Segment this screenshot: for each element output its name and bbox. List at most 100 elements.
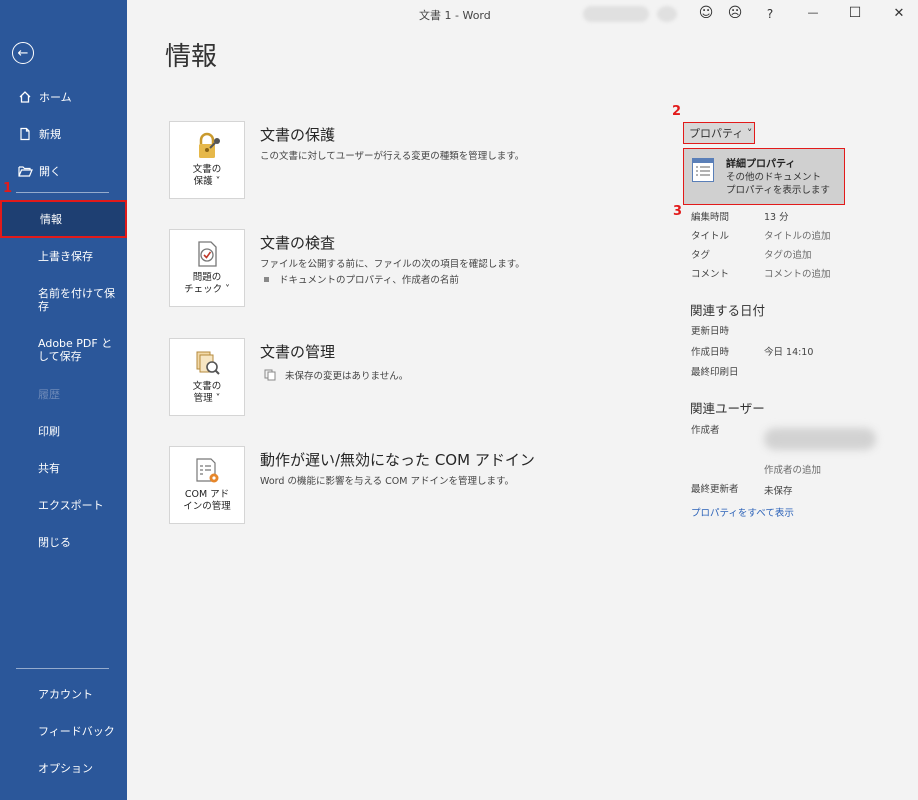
menu-item-title: 詳細プロパティ bbox=[726, 159, 796, 170]
sidebar-item-feedback[interactable]: フィードバック bbox=[0, 718, 127, 744]
section-title: 文書の検査 bbox=[260, 234, 336, 252]
sidebar-item-label: 開く bbox=[39, 164, 61, 178]
sidebar-item-label: 情報 bbox=[40, 212, 62, 226]
sidebar-item-save-as[interactable]: 名前を付けて保存 bbox=[0, 283, 127, 317]
sidebar-item-export[interactable]: エクスポート bbox=[0, 492, 127, 518]
property-label: タイトル bbox=[691, 231, 730, 242]
sidebar-item-new[interactable]: 新規 bbox=[0, 115, 127, 152]
sidebar-item-account[interactable]: アカウント bbox=[0, 681, 127, 707]
sidebar-item-label: アカウント bbox=[38, 687, 93, 701]
title-field[interactable]: タイトルの追加 bbox=[764, 228, 831, 242]
new-document-icon bbox=[16, 125, 34, 143]
blurred-avatar bbox=[657, 6, 677, 22]
bullet-icon bbox=[264, 276, 269, 282]
property-label: 編集時間 bbox=[691, 212, 730, 223]
property-value: 13 分 bbox=[764, 212, 789, 223]
sidebar-item-label: ホーム bbox=[39, 90, 72, 104]
home-icon bbox=[16, 88, 34, 106]
sidebar-item-label: 新規 bbox=[39, 127, 61, 141]
sidebar-item-label: Adobe PDF として保存 bbox=[38, 337, 113, 363]
blurred-account-name bbox=[583, 6, 649, 22]
sidebar-item-label: 上書き保存 bbox=[38, 249, 93, 263]
check-issues-button[interactable]: 問題の チェック ˅ bbox=[169, 229, 245, 307]
back-arrow-icon[interactable]: ← bbox=[12, 42, 34, 64]
manage-document-icon bbox=[196, 351, 220, 375]
related-people-heading: 関連ユーザー bbox=[690, 401, 765, 416]
show-all-properties-link[interactable]: プロパティをすべて表示 bbox=[691, 505, 794, 519]
sidebar-item-save-as-pdf[interactable]: Adobe PDF として保存 bbox=[0, 333, 127, 367]
sidebar-item-label: エクスポート bbox=[38, 498, 104, 512]
sidebar-divider bbox=[16, 668, 109, 669]
smile-icon[interactable]: ☺ bbox=[697, 5, 715, 21]
section-description: Word の機能に影響を与える COM アドインを管理します。 bbox=[260, 476, 515, 487]
maximize-icon[interactable]: ☐ bbox=[846, 5, 864, 21]
sidebar-item-history: 履歴 bbox=[0, 381, 127, 407]
property-label: 最終印刷日 bbox=[691, 367, 739, 378]
sidebar-item-label: 印刷 bbox=[38, 424, 60, 438]
sidebar-item-print[interactable]: 印刷 bbox=[0, 418, 127, 444]
card-label: 文書の 保護 ˅ bbox=[192, 164, 222, 187]
sidebar-top-nav: ホーム 新規 開く bbox=[0, 78, 127, 189]
sidebar-item-home[interactable]: ホーム bbox=[0, 78, 127, 115]
minimize-icon[interactable]: — bbox=[804, 6, 822, 19]
open-folder-icon bbox=[16, 162, 34, 180]
section-title: 文書の保護 bbox=[260, 126, 336, 144]
property-label: 最終更新者 bbox=[691, 484, 739, 495]
sidebar-item-label: オプション bbox=[38, 761, 93, 775]
close-icon[interactable]: ✕ bbox=[890, 6, 908, 21]
sidebar-item-label: 履歴 bbox=[38, 387, 60, 401]
section-title: 文書の管理 bbox=[260, 343, 336, 361]
property-label: 作成者 bbox=[691, 425, 720, 436]
manage-document-button[interactable]: 文書の 管理 ˅ bbox=[169, 338, 245, 416]
help-icon[interactable]: ? bbox=[761, 7, 779, 21]
inspect-icon bbox=[198, 241, 217, 267]
backstage-sidebar: ← ホーム 新規 開く 情報 上書き保存 名前を付けて保存 Adobe PDF … bbox=[0, 0, 127, 800]
property-label: 作成日時 bbox=[691, 347, 730, 358]
sidebar-item-close[interactable]: 閉じる bbox=[0, 529, 127, 555]
section-description: ファイルを公開する前に、ファイルの次の項目を確認します。 bbox=[260, 259, 525, 270]
com-addin-icon bbox=[196, 458, 219, 483]
annotation-step-3: 3 bbox=[673, 204, 683, 219]
properties-list-icon bbox=[692, 158, 714, 182]
card-label: COM アド インの管理 bbox=[183, 489, 231, 512]
protect-document-button[interactable]: 文書の 保護 ˅ bbox=[169, 121, 245, 199]
sidebar-divider bbox=[16, 192, 109, 193]
section-detail-text: ドキュメントのプロパティ、作成者の名前 bbox=[279, 275, 459, 286]
page-title: 情報 bbox=[165, 42, 218, 72]
sidebar-item-open[interactable]: 開く bbox=[0, 152, 127, 189]
section-detail: ドキュメントのプロパティ、作成者の名前 bbox=[264, 272, 459, 286]
card-label: 問題の チェック ˅ bbox=[184, 272, 230, 295]
frown-icon[interactable]: ☹ bbox=[726, 5, 744, 21]
annotation-step-1: 1 bbox=[3, 181, 13, 196]
annotation-step-2: 2 bbox=[672, 104, 682, 119]
window-title: 文書 1 - Word bbox=[419, 9, 491, 22]
property-label: 更新日時 bbox=[691, 326, 730, 337]
property-value: 今日 14:10 bbox=[764, 347, 814, 358]
sidebar-item-info[interactable]: 情報 bbox=[0, 200, 127, 238]
title-bar: 文書 1 - Word ☺ ☹ ? — ☐ ✕ bbox=[127, 0, 918, 28]
blurred-author-name bbox=[764, 428, 876, 450]
add-author-link[interactable]: 作成者の追加 bbox=[764, 462, 821, 476]
comments-field[interactable]: コメントの追加 bbox=[764, 266, 831, 280]
sidebar-item-share[interactable]: 共有 bbox=[0, 455, 127, 481]
section-detail-text: 未保存の変更はありません。 bbox=[285, 371, 409, 382]
documents-icon bbox=[264, 369, 276, 381]
sidebar-item-label: 名前を付けて保存 bbox=[38, 287, 115, 313]
sidebar-item-label: 共有 bbox=[38, 461, 60, 475]
sidebar-item-options[interactable]: オプション bbox=[0, 755, 127, 781]
properties-dropdown-button[interactable]: プロパティ ˅ bbox=[683, 122, 755, 144]
menu-item-description: その他のドキュメント プロパティを表示します bbox=[726, 172, 830, 196]
lock-key-icon bbox=[199, 132, 220, 158]
sidebar-item-save[interactable]: 上書き保存 bbox=[0, 243, 127, 269]
properties-button-label: プロパティ ˅ bbox=[689, 127, 753, 140]
sidebar-item-label: 閉じる bbox=[38, 535, 71, 549]
property-value: 未保存 bbox=[764, 486, 793, 497]
section-title: 動作が遅い/無効になった COM アドイン bbox=[260, 451, 535, 469]
tags-field[interactable]: タグの追加 bbox=[764, 247, 812, 261]
manage-com-addins-button[interactable]: COM アド インの管理 bbox=[169, 446, 245, 524]
property-label: タグ bbox=[691, 250, 711, 261]
property-label: コメント bbox=[691, 269, 730, 280]
card-label: 文書の 管理 ˅ bbox=[192, 381, 222, 404]
advanced-properties-menu-item[interactable]: 詳細プロパティ その他のドキュメント プロパティを表示します bbox=[683, 148, 845, 205]
sidebar-item-label: フィードバック bbox=[38, 724, 115, 738]
